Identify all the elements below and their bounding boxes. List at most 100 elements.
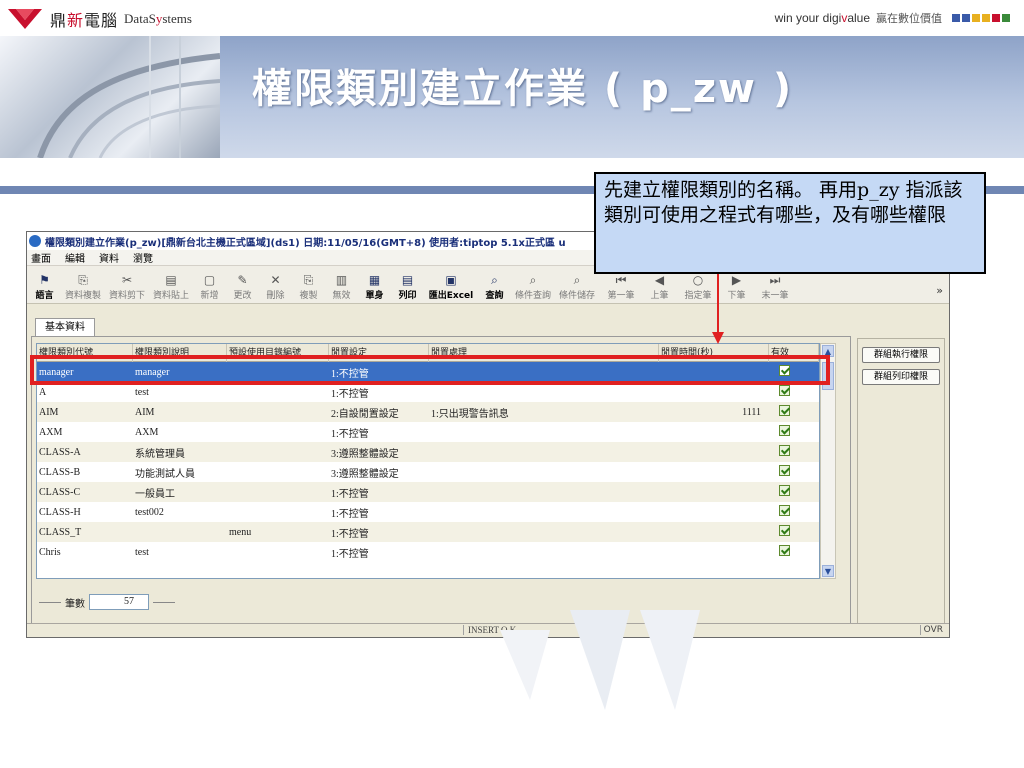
table-cell[interactable]: 1:不控管 — [329, 525, 429, 540]
toolbar-button[interactable]: ▥ 無效 — [326, 272, 357, 301]
table-cell[interactable]: 1:不控管 — [329, 365, 429, 380]
table-row[interactable]: AIM AIM 2:自設閒置設定 1:只出現警告訊息 1111 — [37, 402, 819, 422]
table-cell[interactable]: menu — [227, 527, 329, 538]
column-header[interactable]: 閒置設定 — [329, 343, 429, 362]
table-row[interactable]: Atest 1:不控管 — [37, 382, 819, 402]
table-row[interactable]: CLASS-A 系統管理員 3:遵照整體設定 — [37, 442, 819, 462]
table-cell[interactable]: AXM — [133, 427, 227, 438]
toolbar-button[interactable]: ✂ 資料剪下 — [106, 272, 148, 301]
table-row[interactable]: Chris test 1:不控管 — [37, 542, 819, 562]
valid-cell[interactable] — [769, 505, 819, 519]
menu-item[interactable]: 瀏覽 — [133, 250, 153, 265]
toolbar-button[interactable]: ⌕ 條件儲存 — [556, 272, 598, 301]
valid-checkbox[interactable] — [779, 545, 790, 556]
valid-checkbox[interactable] — [779, 365, 790, 376]
table-cell[interactable]: CLASS-B — [37, 467, 133, 478]
table-cell[interactable]: 1:只出現警告訊息 — [429, 405, 659, 420]
table-cell[interactable]: 1:不控管 — [329, 385, 429, 400]
table-cell[interactable]: 1:不控管 — [329, 505, 429, 520]
table-cell[interactable]: test — [133, 547, 227, 558]
valid-cell[interactable] — [769, 405, 819, 419]
menu-item[interactable]: 資料 — [99, 250, 119, 265]
column-header[interactable]: 權限類別代號 — [37, 343, 133, 362]
toolbar-button[interactable]: ▢ 新增 — [194, 272, 225, 301]
valid-checkbox[interactable] — [779, 385, 790, 396]
table-cell[interactable]: CLASS-C — [37, 487, 133, 498]
toolbar-button[interactable]: ▦ 單身 — [359, 272, 390, 301]
valid-checkbox[interactable] — [779, 445, 790, 456]
toolbar-button[interactable]: ⎘ 複製 — [293, 272, 324, 301]
table-cell[interactable]: 2:自設閒置設定 — [329, 405, 429, 420]
column-header[interactable]: 權限類別說明 — [133, 343, 227, 362]
table-row[interactable]: CLASS-B 功能測試人員 3:遵照整體設定 — [37, 462, 819, 482]
table-row[interactable]: AXM AXM 1:不控管 — [37, 422, 819, 442]
column-header[interactable]: 有效 — [769, 343, 819, 362]
table-cell[interactable]: CLASS-H — [37, 507, 133, 518]
valid-cell[interactable] — [769, 445, 819, 459]
toolbar-button[interactable]: ⌕ 條件查詢 — [512, 272, 554, 301]
toolbar-overflow-button[interactable]: » — [936, 284, 943, 297]
valid-checkbox[interactable] — [779, 465, 790, 476]
valid-cell[interactable] — [769, 385, 819, 399]
toolbar-button[interactable]: ⏮ 第一筆 — [600, 272, 642, 301]
table-row[interactable]: CLASS-H test002 1:不控管 — [37, 502, 819, 522]
valid-cell[interactable] — [769, 545, 819, 559]
table-cell[interactable]: 3:遵照整體設定 — [329, 445, 429, 460]
table-cell[interactable]: 1111 — [659, 407, 769, 418]
valid-cell[interactable] — [769, 365, 819, 379]
table-row[interactable]: manager manager 1:不控管 — [37, 362, 819, 382]
table-cell[interactable]: 1:不控管 — [329, 425, 429, 440]
toolbar-button[interactable]: ▤ 列印 — [392, 272, 423, 301]
scroll-thumb[interactable] — [822, 362, 834, 390]
count-line-left — [39, 601, 61, 603]
valid-checkbox[interactable] — [779, 485, 790, 496]
table-cell[interactable]: test — [133, 387, 227, 398]
table-cell[interactable]: AIM — [37, 407, 133, 418]
menu-item[interactable]: 編輯 — [65, 250, 85, 265]
toolbar-button[interactable]: ▤ 資料貼上 — [150, 272, 192, 301]
table-cell[interactable]: 3:遵照整體設定 — [329, 465, 429, 480]
scroll-up-arrow-icon[interactable]: ▲ — [822, 345, 834, 357]
table-row[interactable]: CLASS-C 一般員工 1:不控管 — [37, 482, 819, 502]
toolbar-button[interactable]: ✕ 刪除 — [260, 272, 291, 301]
table-cell[interactable]: manager — [133, 367, 227, 378]
table-cell[interactable]: A — [37, 387, 133, 398]
toolbar-button[interactable]: ✎ 更改 — [227, 272, 258, 301]
toolbar-button[interactable]: ⎘ 資料複製 — [62, 272, 104, 301]
table-cell[interactable]: Chris — [37, 547, 133, 558]
scroll-down-arrow-icon[interactable]: ▼ — [822, 565, 834, 577]
table-cell[interactable]: manager — [37, 367, 133, 378]
table-cell[interactable]: 1:不控管 — [329, 545, 429, 560]
table-cell[interactable]: 功能測試人員 — [133, 465, 227, 480]
table-cell[interactable]: test002 — [133, 507, 227, 518]
valid-cell[interactable] — [769, 425, 819, 439]
tab-basic-data[interactable]: 基本資料 — [35, 318, 95, 336]
valid-cell[interactable] — [769, 485, 819, 499]
toolbar-button[interactable]: ⏭ 末一筆 — [754, 272, 796, 301]
table-row[interactable]: CLASS_T menu 1:不控管 — [37, 522, 819, 542]
table-cell[interactable]: CLASS_T — [37, 527, 133, 538]
table-cell[interactable]: CLASS-A — [37, 447, 133, 458]
table-cell[interactable]: AIM — [133, 407, 227, 418]
toolbar-button[interactable]: ▣ 匯出Excel — [425, 272, 477, 301]
column-header[interactable]: 預設使用目錄編號 — [227, 343, 329, 362]
valid-checkbox[interactable] — [779, 525, 790, 536]
toolbar-button[interactable]: ⚑ 語言 — [29, 272, 60, 301]
toolbar-button[interactable]: ⌕ 查詢 — [479, 272, 510, 301]
toolbar-button[interactable]: ◀ 上筆 — [644, 272, 675, 301]
side-button[interactable]: 群組列印權限 — [862, 369, 940, 385]
grid-vertical-scrollbar[interactable]: ▲ ▼ — [820, 343, 836, 579]
valid-cell[interactable] — [769, 465, 819, 479]
table-cell[interactable]: AXM — [37, 427, 133, 438]
column-header[interactable]: 閒置時間(秒) — [659, 343, 769, 362]
column-header[interactable]: 閒置處理 — [429, 343, 659, 362]
valid-checkbox[interactable] — [779, 425, 790, 436]
table-cell[interactable]: 系統管理員 — [133, 445, 227, 460]
table-cell[interactable]: 1:不控管 — [329, 485, 429, 500]
valid-cell[interactable] — [769, 525, 819, 539]
valid-checkbox[interactable] — [779, 405, 790, 416]
table-cell[interactable]: 一般員工 — [133, 485, 227, 500]
side-button[interactable]: 群組執行權限 — [862, 347, 940, 363]
valid-checkbox[interactable] — [779, 505, 790, 516]
menu-item[interactable]: 畫面 — [31, 250, 51, 265]
